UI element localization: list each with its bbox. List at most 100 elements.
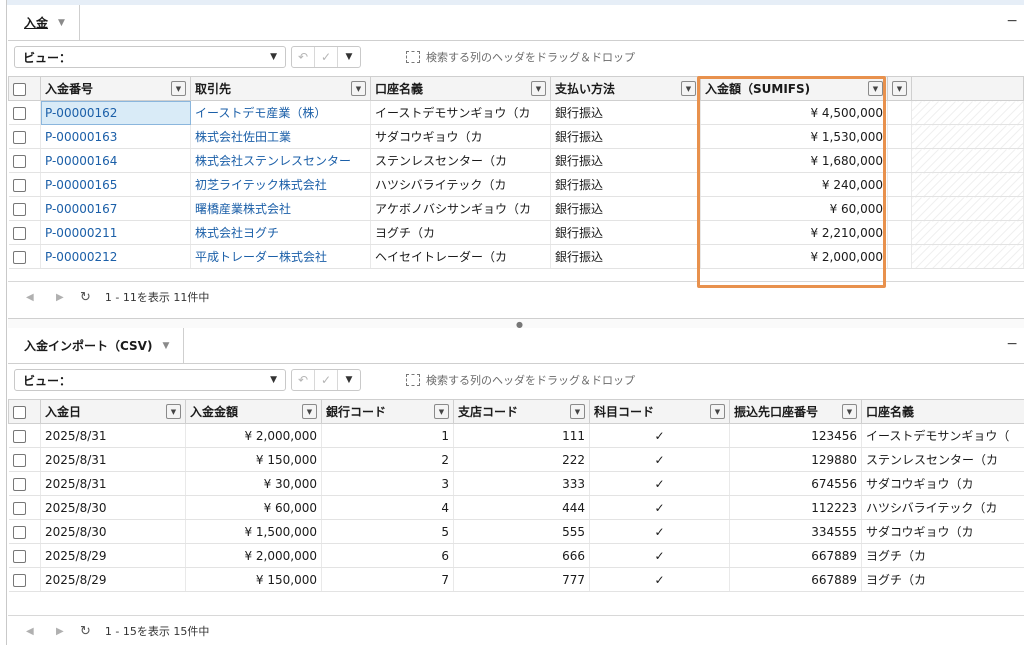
tab-csv-import[interactable]: 入金インポート（CSV) ▼ — [8, 328, 184, 363]
table-row[interactable]: 2025/8/31¥ 150,0002222✓129880ステンレスセンター（カ — [9, 448, 1024, 472]
table-row[interactable]: P-00000167曙橋産業株式会社アケボノバシサンギョウ（カ銀行振込¥ 60,… — [9, 197, 1024, 221]
payment-number-link[interactable]: P-00000167 — [41, 197, 191, 221]
column-header[interactable]: 入金額（SUMIFS)▼ — [701, 77, 888, 101]
row-checkbox[interactable] — [13, 203, 26, 216]
select-all-checkbox[interactable] — [13, 406, 26, 419]
row-checkbox[interactable] — [13, 430, 26, 443]
minimize-icon[interactable]: − — [1006, 336, 1018, 352]
row-checkbox[interactable] — [13, 574, 26, 587]
prev-page-icon[interactable]: ◀ — [26, 292, 38, 303]
save-check-button[interactable]: ✓ — [315, 370, 338, 390]
tab-payments[interactable]: 入金 ▼ — [8, 5, 80, 40]
payment-number-link[interactable]: P-00000165 — [41, 173, 191, 197]
tab-dropdown-icon[interactable]: ▼ — [58, 18, 65, 28]
csv-toolbar: ビュー： ▼ ↶ ✓ ▼ 検索する列のヘッダをドラッグ＆ドロップ — [8, 364, 1024, 394]
table-row[interactable]: 2025/8/30¥ 1,500,0005555✓334555サダコウギョウ（カ — [9, 520, 1024, 544]
payment-number-link[interactable]: P-00000162 — [41, 101, 191, 125]
column-filter-icon[interactable]: ▼ — [171, 81, 186, 96]
row-checkbox[interactable] — [13, 526, 26, 539]
payment-number-link[interactable]: P-00000212 — [41, 245, 191, 269]
row-checkbox[interactable] — [13, 155, 26, 168]
column-header[interactable]: 入金番号▼ — [41, 77, 191, 101]
column-filter-icon[interactable]: ▼ — [710, 404, 725, 419]
partner-link[interactable]: 株式会社ヨグチ — [191, 221, 371, 245]
table-row[interactable]: P-00000165初芝ライテック株式会社ハツシバライテック（カ銀行振込¥ 24… — [9, 173, 1024, 197]
row-checkbox[interactable] — [13, 454, 26, 467]
column-filter-icon[interactable]: ▼ — [868, 81, 883, 96]
row-checkbox[interactable] — [13, 179, 26, 192]
row-checkbox[interactable] — [13, 550, 26, 563]
undo-button[interactable]: ↶ — [292, 47, 315, 67]
column-header-label: 銀行コード — [326, 403, 386, 420]
minimize-icon[interactable]: − — [1006, 13, 1018, 29]
partner-link[interactable]: イーストデモ産業（株） — [191, 101, 371, 125]
table-row[interactable]: 2025/8/31¥ 30,0003333✓674556サダコウギョウ（カ — [9, 472, 1024, 496]
next-page-icon[interactable]: ▶ — [56, 626, 68, 637]
table-row[interactable]: P-00000163株式会社佐田工業サダコウギョウ（カ銀行振込¥ 1,530,0… — [9, 125, 1024, 149]
column-chooser-header[interactable]: ▼ — [888, 77, 912, 101]
amount-cell: ¥ 1,530,000 — [701, 125, 888, 149]
chevron-down-icon: ▼ — [270, 52, 277, 62]
save-check-button[interactable]: ✓ — [315, 47, 338, 67]
row-checkbox[interactable] — [13, 107, 26, 120]
next-page-icon[interactable]: ▶ — [56, 292, 68, 303]
payment-number-link[interactable]: P-00000211 — [41, 221, 191, 245]
row-checkbox[interactable] — [13, 131, 26, 144]
partner-link[interactable]: 株式会社佐田工業 — [191, 125, 371, 149]
column-header[interactable]: 入金日▼ — [41, 400, 186, 424]
partner-link[interactable]: 株式会社ステンレスセンター — [191, 149, 371, 173]
table-row[interactable]: P-00000212平成トレーダー株式会社ヘイセイトレーダー（カ銀行振込¥ 2,… — [9, 245, 1024, 269]
column-header[interactable]: 振込先口座番号▼ — [730, 400, 862, 424]
column-filter-icon[interactable]: ▼ — [531, 81, 546, 96]
column-filter-icon[interactable]: ▼ — [842, 404, 857, 419]
column-header[interactable]: 口座名義▼ — [371, 77, 551, 101]
branch-code-cell: 222 — [454, 448, 590, 472]
payment-number-link[interactable]: P-00000163 — [41, 125, 191, 149]
column-filter-icon[interactable]: ▼ — [351, 81, 366, 96]
table-row[interactable]: 2025/8/30¥ 60,0004444✓112223ハツシバライテック（カ — [9, 496, 1024, 520]
row-checkbox[interactable] — [13, 227, 26, 240]
column-filter-icon[interactable]: ▼ — [681, 81, 696, 96]
partner-link[interactable]: 曙橋産業株式会社 — [191, 197, 371, 221]
column-header[interactable]: 口座名義 — [862, 400, 1024, 424]
payment-number-link[interactable]: P-00000164 — [41, 149, 191, 173]
row-checkbox[interactable] — [13, 502, 26, 515]
refresh-icon[interactable]: ↻ — [80, 624, 91, 639]
table-row[interactable]: 2025/8/31¥ 2,000,0001111✓123456イーストデモサンギ… — [9, 424, 1024, 448]
column-filter-icon[interactable]: ▼ — [570, 404, 585, 419]
column-filter-icon[interactable]: ▼ — [302, 404, 317, 419]
select-all-checkbox[interactable] — [13, 83, 26, 96]
column-header[interactable]: 入金金額▼ — [186, 400, 322, 424]
column-filter-icon[interactable]: ▼ — [434, 404, 449, 419]
view-selector[interactable]: ビュー： ▼ — [14, 369, 286, 391]
table-row[interactable]: 2025/8/29¥ 150,0007777✓667889ヨグチ（カ — [9, 568, 1024, 592]
table-row[interactable]: 2025/8/29¥ 2,000,0006666✓667889ヨグチ（カ — [9, 544, 1024, 568]
partner-link[interactable]: 初芝ライテック株式会社 — [191, 173, 371, 197]
payments-tabbar: 入金 ▼ − — [8, 5, 1024, 41]
row-checkbox[interactable] — [13, 478, 26, 491]
account-name-cell: ヨグチ（カ — [862, 544, 1024, 568]
column-header[interactable]: 支店コード▼ — [454, 400, 590, 424]
partner-link[interactable]: 平成トレーダー株式会社 — [191, 245, 371, 269]
account-name-cell: イーストデモサンギョウ（ — [862, 424, 1024, 448]
table-row[interactable]: P-00000162イーストデモ産業（株）イーストデモサンギョウ（カ銀行振込¥ … — [9, 101, 1024, 125]
group-drop-zone[interactable]: 検索する列のヘッダをドラッグ＆ドロップ — [406, 49, 635, 65]
view-menu-button[interactable]: ▼ — [338, 370, 360, 390]
column-chooser-icon[interactable]: ▼ — [892, 81, 907, 96]
column-header[interactable]: 科目コード▼ — [590, 400, 730, 424]
left-border — [0, 0, 7, 645]
column-filter-icon[interactable]: ▼ — [166, 404, 181, 419]
table-row[interactable]: P-00000164株式会社ステンレスセンターステンレスセンター（カ銀行振込¥ … — [9, 149, 1024, 173]
column-header[interactable]: 支払い方法▼ — [551, 77, 701, 101]
refresh-icon[interactable]: ↻ — [80, 290, 91, 305]
column-header[interactable]: 銀行コード ▼ — [322, 400, 454, 424]
prev-page-icon[interactable]: ◀ — [26, 626, 38, 637]
row-checkbox[interactable] — [13, 251, 26, 264]
column-header[interactable]: 取引先▼ — [191, 77, 371, 101]
view-menu-button[interactable]: ▼ — [338, 47, 360, 67]
group-drop-zone[interactable]: 検索する列のヘッダをドラッグ＆ドロップ — [406, 372, 635, 388]
table-row[interactable]: P-00000211株式会社ヨグチヨグチ（カ銀行振込¥ 2,210,000 — [9, 221, 1024, 245]
undo-button[interactable]: ↶ — [292, 370, 315, 390]
tab-dropdown-icon[interactable]: ▼ — [162, 341, 169, 351]
view-selector[interactable]: ビュー： ▼ — [14, 46, 286, 68]
